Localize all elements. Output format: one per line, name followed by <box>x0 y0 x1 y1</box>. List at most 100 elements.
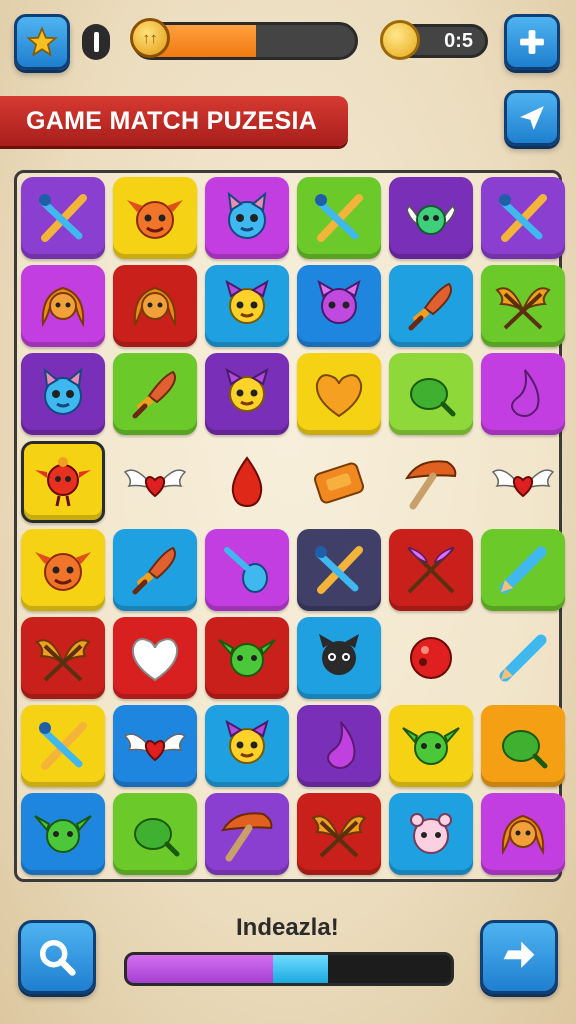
gold-gem-icon <box>380 20 420 60</box>
tile-drop[interactable] <box>297 705 381 787</box>
tile-sword[interactable] <box>21 177 105 259</box>
tile-red-ball[interactable] <box>389 617 473 699</box>
winged-creature-icon <box>406 204 456 235</box>
drop-icon <box>511 369 540 417</box>
star-button[interactable] <box>14 14 70 70</box>
tile-green-gourd[interactable] <box>113 793 197 875</box>
winged-heart-icon <box>123 469 187 498</box>
tile-winged-heart[interactable] <box>481 441 565 523</box>
tile-green-gourd[interactable] <box>481 705 565 787</box>
tile-orange-monster[interactable] <box>113 177 197 259</box>
purple-cat-icon <box>317 279 361 324</box>
green-goblin-icon <box>218 639 276 677</box>
pause-button[interactable] <box>82 24 110 60</box>
tile-pencil[interactable] <box>481 617 565 699</box>
match-progress-bar <box>124 952 454 986</box>
pencil-icon <box>499 634 547 682</box>
tile-winged-creature[interactable] <box>389 177 473 259</box>
tile-green-goblin[interactable] <box>21 793 105 875</box>
tile-mushroom[interactable] <box>205 793 289 875</box>
tile-golden-wings[interactable] <box>297 793 381 875</box>
tile-orange-girl[interactable] <box>481 793 565 875</box>
tile-pencil[interactable] <box>481 529 565 611</box>
tile-winged-heart[interactable] <box>113 705 197 787</box>
tile-pink-bear[interactable] <box>389 793 473 875</box>
sword-icon <box>315 194 363 242</box>
tile-crossed-arrows[interactable] <box>389 529 473 611</box>
tile-red-bird[interactable] <box>21 441 105 523</box>
green-gourd-icon <box>410 378 456 417</box>
feather-dagger-icon <box>132 370 176 419</box>
timer-text: 0:5 <box>444 30 473 52</box>
sword-icon <box>315 546 363 594</box>
golden-wings-icon <box>495 287 551 330</box>
tile-mushroom[interactable] <box>389 441 473 523</box>
orange-monster-icon <box>127 200 183 239</box>
tile-black-cat[interactable] <box>297 617 381 699</box>
pause-icon <box>93 32 99 52</box>
tile-yellow-cat[interactable] <box>205 353 289 435</box>
tile-heart[interactable] <box>297 353 381 435</box>
tile-feather-dagger[interactable] <box>389 265 473 347</box>
tile-orange-girl[interactable] <box>21 265 105 347</box>
search-button[interactable] <box>18 920 96 994</box>
golden-wings-icon <box>311 815 367 858</box>
tile-blue-cat[interactable] <box>21 353 105 435</box>
tile-winged-heart[interactable] <box>113 441 197 523</box>
yellow-cat-icon <box>225 719 269 764</box>
yellow-cat-icon <box>225 367 269 412</box>
tile-yellow-cat[interactable] <box>205 265 289 347</box>
pencil-icon <box>499 546 547 594</box>
green-goblin-icon <box>402 727 460 765</box>
tile-drop[interactable] <box>481 353 565 435</box>
tile-sword[interactable] <box>297 529 381 611</box>
star-icon <box>26 26 58 57</box>
tile-feather-dagger[interactable] <box>113 353 197 435</box>
mushroom-icon <box>221 812 273 862</box>
add-button[interactable] <box>504 14 560 70</box>
feather-dagger-icon <box>408 282 452 331</box>
green-goblin-icon <box>34 815 92 853</box>
tile-golden-wings[interactable] <box>481 265 565 347</box>
orange-girl-icon <box>501 814 545 856</box>
tile-green-goblin[interactable] <box>205 617 289 699</box>
blue-cat-icon <box>227 191 267 239</box>
tile-orange-girl[interactable] <box>113 265 197 347</box>
tile-green-gourd[interactable] <box>389 353 473 435</box>
tile-blue-cat[interactable] <box>205 177 289 259</box>
tile-sword[interactable] <box>21 705 105 787</box>
bonus-progress-fill <box>272 955 328 983</box>
tile-white-heart[interactable] <box>113 617 197 699</box>
tile-green-goblin[interactable] <box>389 705 473 787</box>
mushroom-icon <box>405 460 457 510</box>
coin-icon: ↑↑ <box>130 18 170 58</box>
send-button[interactable] <box>504 90 560 146</box>
winged-heart-icon <box>123 733 187 762</box>
arrow-right-icon <box>503 941 535 968</box>
plus-icon <box>520 30 544 54</box>
tile-orange-block[interactable] <box>297 441 381 523</box>
title-banner: GAME MATCH PUZESIA <box>0 96 348 146</box>
green-gourd-icon <box>502 730 548 769</box>
red-bird-icon <box>35 457 91 507</box>
blue-cat-icon <box>43 367 83 415</box>
winged-heart-icon <box>491 469 555 498</box>
tile-red-drop[interactable] <box>205 441 289 523</box>
heart-icon <box>315 374 363 418</box>
hint-label: Indeazla! <box>236 914 339 941</box>
tile-feather-dagger[interactable] <box>113 529 197 611</box>
next-button[interactable] <box>480 920 558 994</box>
orange-monster-icon <box>35 552 91 591</box>
tile-sword[interactable] <box>297 177 381 259</box>
send-icon <box>520 106 544 130</box>
tile-orange-monster[interactable] <box>21 529 105 611</box>
tile-blue-spoon[interactable] <box>205 529 289 611</box>
tile-golden-wings[interactable] <box>21 617 105 699</box>
tile-yellow-cat[interactable] <box>205 705 289 787</box>
crossed-arrows-icon <box>407 546 455 594</box>
sword-icon <box>39 722 87 770</box>
tile-sword[interactable] <box>481 177 565 259</box>
tile-purple-cat[interactable] <box>297 265 381 347</box>
blue-spoon-icon <box>224 547 268 593</box>
sword-icon <box>499 194 547 242</box>
